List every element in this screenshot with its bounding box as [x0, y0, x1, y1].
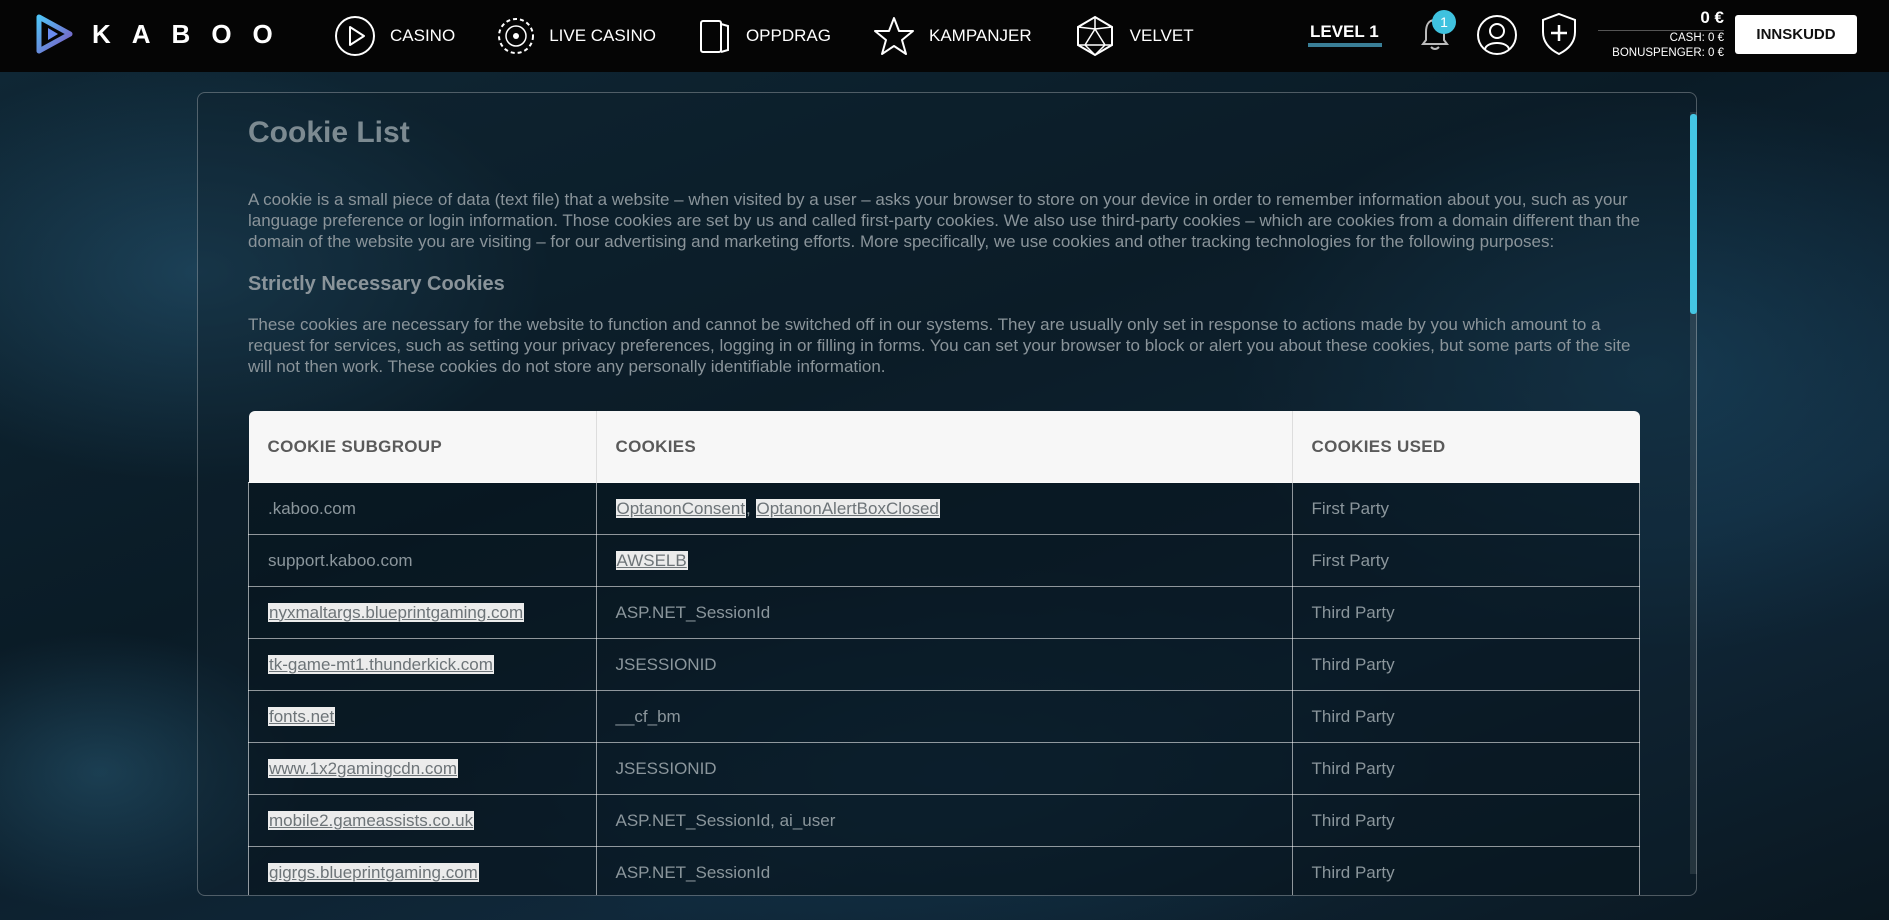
scrollbar-thumb[interactable]: [1690, 114, 1697, 314]
cookie-list-content: Cookie List A cookie is a small piece of…: [248, 93, 1642, 377]
cell-cookies-used: First Party: [1291, 482, 1640, 535]
table-row: .kaboo.com OptanonConsent, OptanonAlertBo…: [248, 482, 1640, 535]
notification-count-badge: 1: [1432, 10, 1456, 34]
header-cookies: COOKIES: [596, 411, 1293, 483]
cookie-text: JSESSIONID: [615, 654, 717, 674]
bonus-balance: BONUSPENGER: 0 €: [1612, 47, 1724, 59]
subgroup-text: support.kaboo.com: [268, 550, 413, 570]
cell-cookies: AWSELB: [595, 534, 1293, 587]
cookie-link[interactable]: OptanonAlertBoxClosed: [755, 498, 940, 518]
nav-item-kampanjer[interactable]: KAMPANJER: [873, 16, 1032, 56]
subgroup-text: .kaboo.com: [268, 498, 356, 518]
intro-paragraph: A cookie is a small piece of data (text …: [248, 190, 1640, 251]
table-row: nyxmaltargs.blueprintgaming.com ASP.NET_S…: [248, 586, 1640, 639]
cookie-text: __cf_bm: [615, 706, 681, 726]
cell-cookie-subgroup: nyxmaltargs.blueprintgaming.com: [248, 586, 597, 639]
player-level[interactable]: LEVEL 1: [1310, 22, 1379, 42]
cookie-text: ASP.NET_SessionId, ai_user: [615, 810, 836, 830]
wallet-balance[interactable]: 0 € CASH: 0 € BONUSPENGER: 0 €: [1598, 8, 1724, 61]
subgroup-link[interactable]: fonts.net: [268, 706, 336, 726]
kaboo-play-logo-icon: [36, 14, 73, 54]
page-title: Cookie List: [248, 116, 410, 149]
cookie-text: JSESSIONID: [615, 758, 717, 778]
cell-cookie-subgroup: support.kaboo.com: [248, 534, 597, 587]
subgroup-link[interactable]: mobile2.gameassists.co.uk: [268, 810, 475, 830]
cash-balance: CASH: 0 €: [1669, 32, 1724, 44]
cell-cookies-used: Third Party: [1291, 742, 1640, 795]
cell-cookies: ASP.NET_SessionId: [595, 586, 1293, 639]
cookie-link[interactable]: OptanonConsent: [615, 498, 747, 518]
nav-label: CASINO: [390, 26, 456, 45]
cell-cookies: OptanonConsent, OptanonAlertBoxClosed: [595, 482, 1293, 535]
cookie-table-body: .kaboo.com OptanonConsent, OptanonAlertBo…: [248, 482, 1640, 895]
main-nav: CASINO LIVE CASINO OPPDRAG KAMPANJER VEL…: [334, 0, 1236, 72]
subgroup-link[interactable]: gigrgs.blueprintgaming.com: [268, 862, 479, 882]
subgroup-link[interactable]: www.1x2gamingcdn.com: [268, 758, 459, 778]
table-row: fonts.net __cf_bm Third Party: [248, 690, 1640, 743]
section-description: These cookies are necessary for the webs…: [248, 315, 1631, 376]
cookie-text: ASP.NET_SessionId: [615, 862, 771, 882]
nav-item-velvet[interactable]: VELVET: [1074, 15, 1194, 57]
cell-cookies: ASP.NET_SessionId: [595, 846, 1293, 895]
nav-label: LIVE CASINO: [549, 26, 656, 45]
cell-cookie-subgroup: tk-game-mt1.thunderkick.com: [248, 638, 597, 691]
cell-cookies: JSESSIONID: [595, 742, 1293, 795]
cell-cookies: JSESSIONID: [595, 638, 1293, 691]
nav-item-live-casino[interactable]: LIVE CASINO: [497, 17, 656, 55]
cell-cookies-used: Third Party: [1291, 690, 1640, 743]
table-header-row: COOKIE SUBGROUP COOKIES COOKIES USED: [248, 411, 1640, 483]
table-row: mobile2.gameassists.co.uk ASP.NET_Session…: [248, 794, 1640, 847]
section-title: Strictly Necessary Cookies: [248, 273, 505, 295]
chip-icon: [498, 18, 535, 54]
user-profile-icon[interactable]: [1476, 14, 1518, 56]
level-progress-bar: [1308, 43, 1382, 47]
responsible-gaming-shield-icon[interactable]: [1540, 12, 1578, 56]
star-icon: [873, 17, 914, 55]
cell-cookies: __cf_bm: [595, 690, 1293, 743]
table-row: www.1x2gamingcdn.com JSESSIONID Third Part…: [248, 742, 1640, 795]
nav-label: VELVET: [1129, 26, 1194, 45]
kaboo-logo[interactable]: KABOO: [36, 14, 294, 54]
cookie-table: COOKIE SUBGROUP COOKIES COOKIES USED .ka…: [248, 411, 1640, 895]
cell-cookie-subgroup: mobile2.gameassists.co.uk: [248, 794, 597, 847]
top-navigation-bar: KABOO CASINO LIVE CASINO OPPDRAG KAMPANJ…: [0, 0, 1889, 72]
cell-cookies-used: Third Party: [1291, 586, 1640, 639]
cell-cookies-used: Third Party: [1291, 846, 1640, 895]
cookie-separator: ,: [746, 498, 756, 518]
play-circle-icon: [335, 16, 375, 56]
table-row: tk-game-mt1.thunderkick.com JSESSIONID Thi…: [248, 638, 1640, 691]
cell-cookie-subgroup: www.1x2gamingcdn.com: [248, 742, 597, 795]
table-row: gigrgs.blueprintgaming.com ASP.NET_Sessio…: [248, 846, 1640, 895]
cookie-list-panel[interactable]: Cookie List A cookie is a small piece of…: [197, 92, 1697, 896]
cell-cookies-used: Third Party: [1291, 638, 1640, 691]
cell-cookies-used: Third Party: [1291, 794, 1640, 847]
nav-item-oppdrag[interactable]: OPPDRAG: [698, 16, 831, 56]
cell-cookies: ASP.NET_SessionId, ai_user: [595, 794, 1293, 847]
subgroup-link[interactable]: nyxmaltargs.blueprintgaming.com: [268, 602, 525, 622]
cell-cookie-subgroup: fonts.net: [248, 690, 597, 743]
subgroup-link[interactable]: tk-game-mt1.thunderkick.com: [268, 654, 494, 674]
cell-cookie-subgroup: .kaboo.com: [248, 482, 597, 535]
cookie-text: ASP.NET_SessionId: [615, 602, 771, 622]
table-row: support.kaboo.com AWSELB First Party: [248, 534, 1640, 587]
cookie-link[interactable]: AWSELB: [615, 550, 688, 570]
header-cookie-subgroup: COOKIE SUBGROUP: [248, 411, 597, 483]
d20-icon: [1076, 15, 1113, 57]
cell-cookie-subgroup: gigrgs.blueprintgaming.com: [248, 846, 597, 895]
deposit-button[interactable]: INNSKUDD: [1735, 15, 1857, 54]
nav-label: KAMPANJER: [928, 26, 1032, 45]
brand-name: KABOO: [92, 18, 294, 49]
nav-item-casino[interactable]: CASINO: [334, 15, 455, 57]
header-cookies-used: COOKIES USED: [1292, 411, 1640, 483]
nav-label: OPPDRAG: [745, 26, 831, 45]
balance-total: 0 €: [1598, 8, 1724, 31]
cards-icon: [699, 20, 729, 53]
cell-cookies-used: First Party: [1291, 534, 1640, 587]
